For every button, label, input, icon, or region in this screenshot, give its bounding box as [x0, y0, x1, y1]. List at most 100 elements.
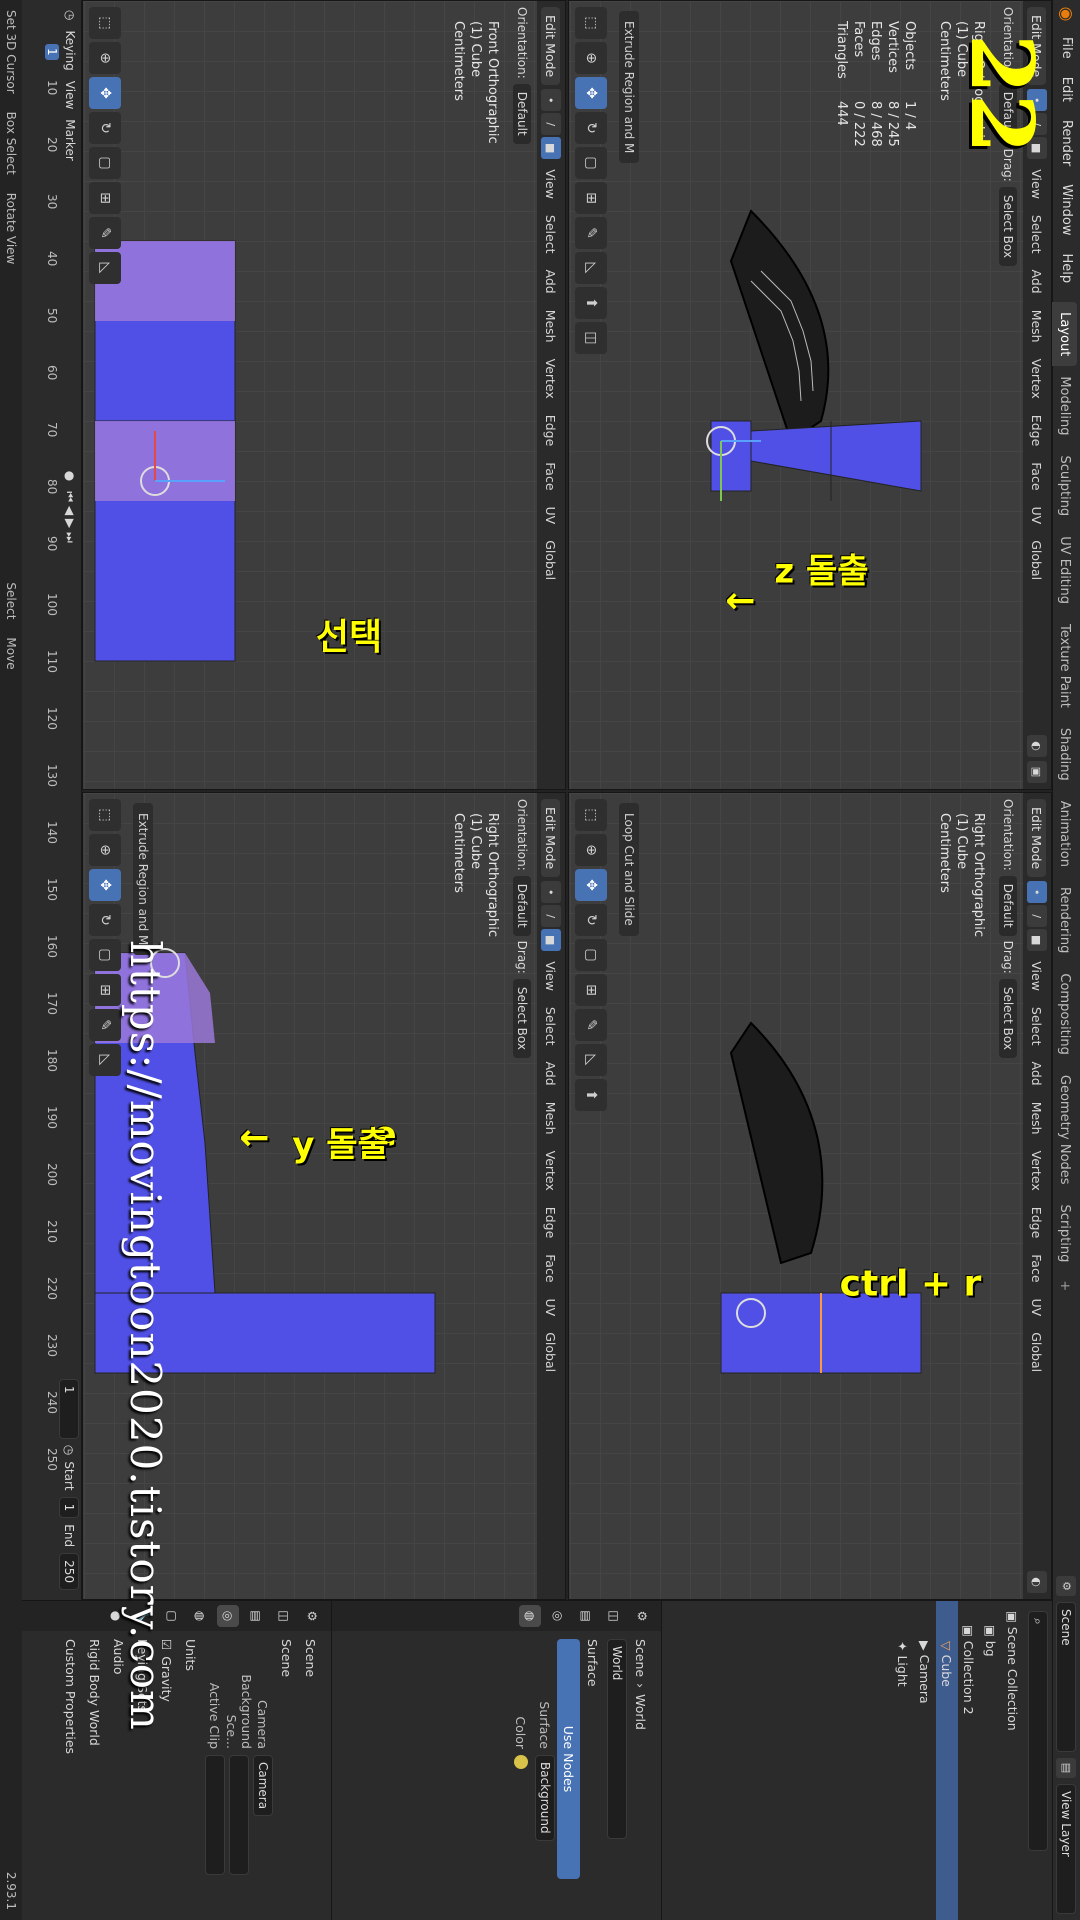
cursor-tool-icon[interactable]: ⊕ [575, 42, 607, 74]
scene-selector[interactable]: Scene [1056, 1602, 1077, 1752]
section-scene[interactable]: Scene [280, 1639, 295, 1677]
tool-icon[interactable]: ⚙ [301, 1605, 323, 1627]
scale-tool-icon[interactable]: ▢ [575, 147, 607, 179]
record-icon[interactable]: ● [63, 471, 77, 481]
end-field[interactable]: 250 [59, 1553, 79, 1590]
section-surface[interactable]: Surface [586, 1639, 601, 1687]
menu-render[interactable]: Render [1059, 111, 1074, 175]
transform-tool-icon[interactable]: ⊞ [575, 182, 607, 214]
scene-icon[interactable]: ◎ [547, 1605, 569, 1627]
color-swatch[interactable] [514, 1755, 528, 1769]
cursor-tool-icon[interactable]: ⊕ [89, 834, 121, 866]
cursor-tool-icon[interactable]: ⊕ [575, 834, 607, 866]
outliner-row[interactable]: ▣ Collection 2 [958, 1601, 980, 1920]
measure-tool-icon[interactable]: ◺ [575, 252, 607, 284]
operator-panel[interactable]: Loop Cut and Slide [619, 803, 639, 936]
operator-panel[interactable]: Extrude Region and M [619, 11, 639, 164]
surface-value[interactable]: Background [535, 1755, 555, 1841]
outliner-row[interactable]: ▣ bg [980, 1601, 1002, 1920]
measure-tool-icon[interactable]: ◺ [89, 252, 121, 284]
blender-logo-icon[interactable]: ◉ [1053, 0, 1080, 28]
playback-controls[interactable]: ⏮ ◀ ▶ ⏭ [63, 491, 78, 543]
rotate-tool-icon[interactable]: ↻ [89, 112, 121, 144]
timeline-editor-icon[interactable]: ◷ [63, 10, 77, 20]
tab-layout[interactable]: Layout [1052, 302, 1078, 367]
tab-uv-editing[interactable]: UV Editing [1053, 526, 1078, 614]
section-units[interactable]: Units [184, 1639, 199, 1671]
select-tool-icon[interactable]: ⬚ [89, 799, 121, 831]
start-field[interactable]: 1 [59, 1496, 79, 1519]
world-selector[interactable]: World [607, 1639, 627, 1839]
menu-edit[interactable]: Edit [1059, 68, 1074, 111]
timeline-ruler[interactable]: 1 10 20 30 40 50 60 70 80 90 100 110 120 130 140 150 16… [39, 0, 59, 1600]
inset-tool-icon[interactable]: ◫ [575, 322, 607, 354]
tool-icon[interactable]: ⚙ [631, 1605, 653, 1627]
move-tool-icon[interactable]: ✥ [89, 77, 121, 109]
outliner-row[interactable]: ✦ Light [892, 1601, 914, 1920]
render-icon[interactable]: ◫ [603, 1605, 625, 1627]
camera-field[interactable]: Camera [253, 1755, 273, 1817]
cursor-tool-icon[interactable]: ⊕ [89, 42, 121, 74]
render-icon[interactable]: ◫ [273, 1605, 295, 1627]
outliner-row[interactable]: ▽ Cube [936, 1601, 958, 1920]
transform-tool-icon[interactable]: ⊞ [575, 974, 607, 1006]
rotate-tool-icon[interactable]: ↻ [89, 904, 121, 936]
scale-tool-icon[interactable]: ▢ [89, 939, 121, 971]
transform-tool-icon[interactable]: ⊞ [89, 182, 121, 214]
annotate-tool-icon[interactable]: ✎ [575, 217, 607, 249]
current-frame-field[interactable]: 1 [59, 1378, 79, 1439]
tab-modeling[interactable]: Modeling [1053, 366, 1078, 445]
menu-marker[interactable]: Marker [63, 119, 77, 160]
output-icon[interactable]: ▤ [575, 1605, 597, 1627]
world-icon[interactable]: ◍ [519, 1605, 541, 1627]
world-icon[interactable]: ◍ [189, 1605, 211, 1627]
rotate-tool-icon[interactable]: ↻ [575, 904, 607, 936]
tab-scripting[interactable]: Scripting [1053, 1195, 1078, 1273]
move-tool-icon[interactable]: ✥ [89, 869, 121, 901]
tab-sculpting[interactable]: Sculpting [1053, 445, 1078, 526]
scene-icon[interactable]: ◎ [217, 1605, 239, 1627]
extrude-tool-icon[interactable]: ⬆ [575, 287, 607, 319]
outliner-row[interactable]: ▶ Camera [914, 1601, 936, 1920]
view-layer-selector[interactable]: View Layer [1056, 1784, 1077, 1914]
rotate-tool-icon[interactable]: ↻ [575, 112, 607, 144]
annotate-tool-icon[interactable]: ✎ [89, 217, 121, 249]
tab-rendering[interactable]: Rendering [1053, 877, 1078, 963]
extrude-tool-icon[interactable]: ⬆ [575, 1079, 607, 1111]
section-rigid-body-world[interactable]: Rigid Body World [88, 1639, 103, 1746]
menu-window[interactable]: Window [1059, 175, 1074, 244]
section-custom-properties[interactable]: Custom Properties [64, 1639, 79, 1754]
tab-geometry-nodes[interactable]: Geometry Nodes [1053, 1065, 1078, 1195]
move-tool-icon[interactable]: ✥ [575, 77, 607, 109]
move-tool-icon[interactable]: ✥ [575, 869, 607, 901]
operator-panel[interactable]: Extrude Region and M [133, 803, 153, 956]
measure-tool-icon[interactable]: ◺ [89, 1044, 121, 1076]
use-nodes-button[interactable]: Use Nodes [557, 1639, 581, 1879]
transform-tool-icon[interactable]: ⊞ [89, 974, 121, 1006]
tab-compositing[interactable]: Compositing [1053, 963, 1078, 1065]
tab-texture-paint[interactable]: Texture Paint [1053, 614, 1078, 718]
outliner-row[interactable]: ▣ Scene Collection [1002, 1601, 1024, 1920]
annotate-tool-icon[interactable]: ✎ [89, 1009, 121, 1041]
menu-file[interactable]: File [1059, 28, 1074, 68]
background-scene-field[interactable] [229, 1755, 249, 1875]
current-frame-indicator[interactable]: 1 [45, 44, 59, 60]
select-tool-icon[interactable]: ⬚ [575, 7, 607, 39]
measure-tool-icon[interactable]: ◺ [575, 1044, 607, 1076]
viewport-bottom-left[interactable]: Edit Mode • / ■ View Select Add Mesh Verte… [82, 0, 566, 790]
outliner-search[interactable]: ⌕ [1028, 1611, 1048, 1851]
viewport-top-right[interactable]: Edit Mode • / ■ View Select Add Mesh Verte… [568, 792, 1052, 1600]
timeline[interactable]: ◷ Keying View Marker ● ⏮ ◀ ▶ ⏭ 1 ◷ Start… [22, 0, 82, 1600]
active-clip-field[interactable] [205, 1755, 225, 1875]
tab-shading[interactable]: Shading [1053, 718, 1078, 791]
scale-tool-icon[interactable]: ▢ [575, 939, 607, 971]
menu-view[interactable]: View [63, 81, 77, 109]
add-workspace-icon[interactable]: + [1053, 1272, 1078, 1299]
menu-help[interactable]: Help [1059, 245, 1074, 293]
tab-animation[interactable]: Animation [1053, 791, 1078, 877]
scale-tool-icon[interactable]: ▢ [89, 147, 121, 179]
menu-keying[interactable]: Keying [63, 30, 77, 70]
annotate-tool-icon[interactable]: ✎ [575, 1009, 607, 1041]
select-tool-icon[interactable]: ⬚ [575, 799, 607, 831]
select-tool-icon[interactable]: ⬚ [89, 7, 121, 39]
